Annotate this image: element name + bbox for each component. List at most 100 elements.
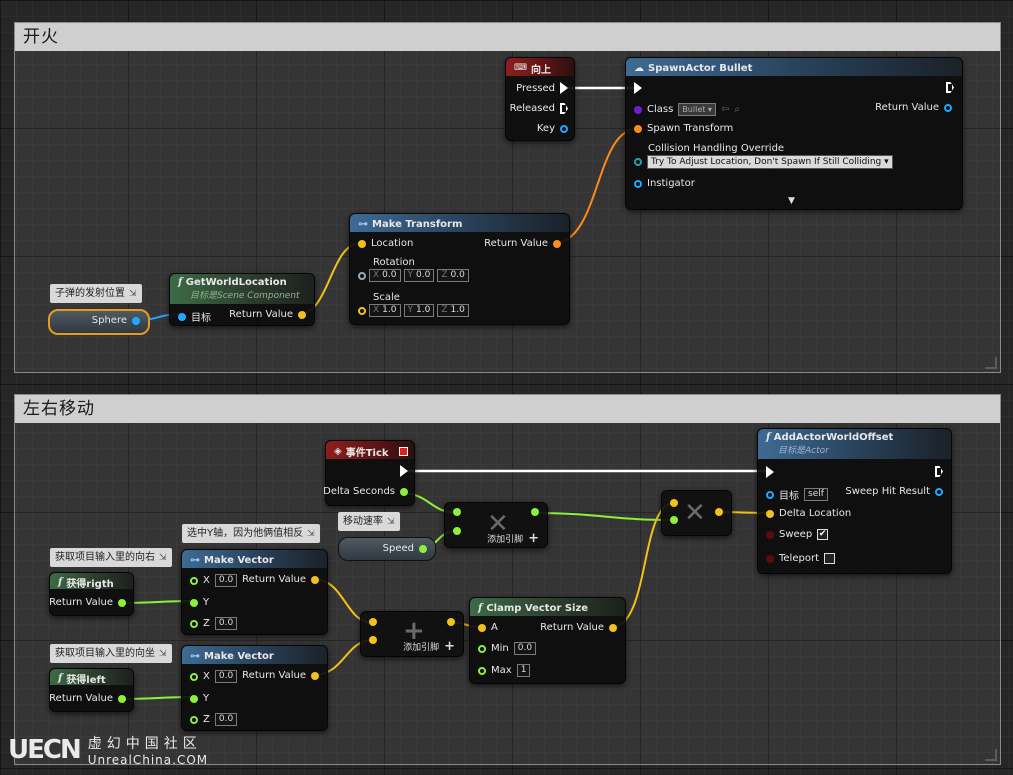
exec-out-pin[interactable] bbox=[935, 466, 943, 477]
sphere-output-pin[interactable]: Sphere bbox=[92, 315, 140, 326]
scale-x-field[interactable]: X 1.0 bbox=[369, 304, 401, 317]
class-pin-icon[interactable] bbox=[634, 105, 642, 114]
enum-pin-icon[interactable] bbox=[634, 158, 642, 166]
output-pin[interactable] bbox=[447, 618, 455, 626]
vector-pin-icon[interactable] bbox=[369, 636, 377, 644]
rotator-pin-icon[interactable] bbox=[358, 271, 366, 280]
vector-pin-icon[interactable] bbox=[766, 509, 774, 518]
vector-pin-icon[interactable] bbox=[478, 623, 486, 632]
min-pin[interactable]: Min 0.0 bbox=[478, 642, 537, 655]
z-field[interactable]: 0.0 bbox=[214, 713, 238, 726]
float-pin-icon[interactable] bbox=[190, 672, 198, 681]
float-pin-icon[interactable] bbox=[419, 544, 427, 553]
rotation-x-field[interactable]: X 0.0 bbox=[369, 269, 401, 282]
vector-pin-icon[interactable] bbox=[369, 618, 377, 626]
spawn-actor-node[interactable]: ☁ SpawnActor Bullet Class Bullet ▾ ⇦ ⌕ R… bbox=[625, 57, 963, 210]
output-pin[interactable] bbox=[715, 508, 723, 516]
make-vector-node-2[interactable]: ⊶ Make Vector X 0.0 Return Value Y Z 0.0 bbox=[181, 645, 328, 731]
use-selected-icon[interactable]: ⇦ bbox=[721, 104, 729, 115]
clamp-vector-size-node[interactable]: f Clamp Vector Size A Return Value Min 0… bbox=[469, 597, 626, 684]
teleport-checkbox[interactable] bbox=[824, 553, 835, 564]
z-pin[interactable]: Z 0.0 bbox=[190, 713, 238, 726]
pin-comment-icon[interactable]: ⇲ bbox=[159, 553, 167, 563]
node-comment-bubble[interactable]: 选中Y轴，因为他俩值相反 ⇲ bbox=[182, 524, 320, 543]
pin-comment-icon[interactable]: ⇲ bbox=[159, 649, 167, 659]
collision-pin[interactable]: Try To Adjust Location, Don't Spawn If S… bbox=[634, 155, 893, 169]
vector-pin-icon[interactable] bbox=[715, 508, 723, 516]
float-pin-icon[interactable] bbox=[190, 576, 198, 585]
object-pin-icon[interactable] bbox=[944, 103, 952, 112]
sphere-variable-node[interactable]: Sphere bbox=[48, 309, 150, 335]
teleport-pin[interactable]: Teleport bbox=[766, 553, 835, 564]
object-pin-icon[interactable] bbox=[634, 179, 642, 188]
node-comment-bubble[interactable]: 子弹的发射位置 ⇲ bbox=[50, 284, 142, 303]
add-pin-button[interactable]: 添加引脚 + bbox=[403, 639, 455, 654]
vector-pin-icon[interactable] bbox=[447, 618, 455, 626]
float-pin-icon[interactable] bbox=[453, 527, 461, 535]
sweep-hit-result-pin[interactable]: Sweep Hit Result bbox=[845, 486, 943, 497]
key-pin[interactable]: Key bbox=[537, 123, 568, 134]
float-pin-icon[interactable] bbox=[190, 598, 198, 607]
x-pin[interactable]: X 0.0 bbox=[190, 670, 238, 683]
transform-pin-icon[interactable] bbox=[634, 124, 642, 133]
max-pin[interactable]: Max 1 bbox=[478, 664, 531, 677]
spawn-transform-pin[interactable]: Spawn Transform bbox=[634, 123, 733, 134]
float-pin-icon[interactable] bbox=[190, 619, 198, 628]
add-vector-node[interactable]: + 添加引脚 + bbox=[360, 611, 464, 657]
float-pin-icon[interactable] bbox=[190, 715, 198, 724]
return-value-pin[interactable]: Return Value bbox=[875, 102, 952, 113]
input-b-pin[interactable] bbox=[670, 516, 678, 524]
z-field[interactable]: 0.0 bbox=[214, 617, 238, 630]
target-pin[interactable]: 目标 self bbox=[766, 487, 828, 502]
float-pin-icon[interactable] bbox=[400, 487, 408, 496]
event-tick-node[interactable]: ◈ 事件Tick Delta Seconds bbox=[323, 440, 415, 506]
add-pin-button[interactable]: 添加引脚 + bbox=[487, 531, 539, 546]
exec-out-pin[interactable] bbox=[400, 465, 408, 477]
float-pin-icon[interactable] bbox=[453, 508, 461, 516]
node-comment-bubble[interactable]: 获取项目输入里的向坐 ⇲ bbox=[50, 644, 172, 663]
bool-pin-icon[interactable] bbox=[766, 530, 774, 539]
vector-pin-icon[interactable] bbox=[311, 671, 319, 680]
min-field[interactable]: 0.0 bbox=[513, 642, 537, 655]
input-b-pin[interactable] bbox=[453, 527, 461, 535]
y-pin[interactable]: Y bbox=[190, 693, 209, 704]
exec-pin-icon[interactable] bbox=[935, 466, 943, 477]
get-world-location-node[interactable]: f GetWorldLocation 目标是Scene Component 目标… bbox=[169, 273, 315, 326]
pin-comment-icon[interactable]: ⇲ bbox=[387, 517, 395, 527]
max-field[interactable]: 1 bbox=[516, 664, 531, 677]
struct-pin-icon[interactable] bbox=[935, 487, 943, 496]
x-field[interactable]: 0.0 bbox=[214, 574, 238, 587]
float-pin-icon[interactable] bbox=[118, 694, 126, 703]
vector-pin-icon[interactable] bbox=[358, 239, 366, 248]
add-actor-world-offset-node[interactable]: f AddActorWorldOffset 目标是Actor 目标 self S… bbox=[757, 428, 952, 574]
output-pin[interactable] bbox=[531, 508, 539, 516]
y-pin[interactable]: Y bbox=[190, 597, 209, 608]
self-field[interactable]: self bbox=[804, 488, 828, 501]
vector-pin-icon[interactable] bbox=[609, 623, 617, 632]
input-a-pin[interactable] bbox=[369, 618, 377, 626]
instigator-pin[interactable]: Instigator bbox=[634, 178, 695, 189]
browse-icon[interactable]: ⌕ bbox=[734, 104, 740, 115]
scale-pin[interactable]: X 1.0 Y 1.0 Z 1.0 bbox=[358, 304, 469, 317]
float-pin-icon[interactable] bbox=[118, 598, 126, 607]
return-value-pin[interactable]: Return Value bbox=[242, 670, 319, 681]
return-value-pin[interactable]: Return Value bbox=[229, 309, 306, 320]
float-pin-icon[interactable] bbox=[478, 644, 486, 653]
vector-pin-icon[interactable] bbox=[311, 575, 319, 584]
input-a-pin[interactable] bbox=[670, 499, 678, 507]
object-pin-icon[interactable] bbox=[178, 312, 186, 321]
transform-pin-icon[interactable] bbox=[553, 239, 561, 248]
get-right-axis-node[interactable]: f 获得rigth Return Value bbox=[49, 572, 134, 616]
multiply-vector-node[interactable]: ✕ bbox=[661, 490, 732, 536]
speed-output-pin[interactable]: Speed bbox=[383, 543, 427, 554]
rotation-z-field[interactable]: Z 0.0 bbox=[437, 269, 469, 282]
multiply-float-node[interactable]: ✕ 添加引脚 + bbox=[444, 502, 548, 548]
object-pin-icon[interactable] bbox=[132, 316, 140, 325]
return-value-pin[interactable]: Return Value bbox=[49, 597, 126, 608]
location-pin[interactable]: Location bbox=[358, 238, 413, 249]
advanced-expand-icon[interactable]: ▼ bbox=[788, 196, 795, 206]
target-pin[interactable]: 目标 bbox=[178, 309, 211, 324]
bool-pin-icon[interactable] bbox=[766, 554, 774, 563]
pin-comment-icon[interactable]: ⇲ bbox=[129, 289, 137, 299]
float-pin-icon[interactable] bbox=[478, 666, 486, 675]
